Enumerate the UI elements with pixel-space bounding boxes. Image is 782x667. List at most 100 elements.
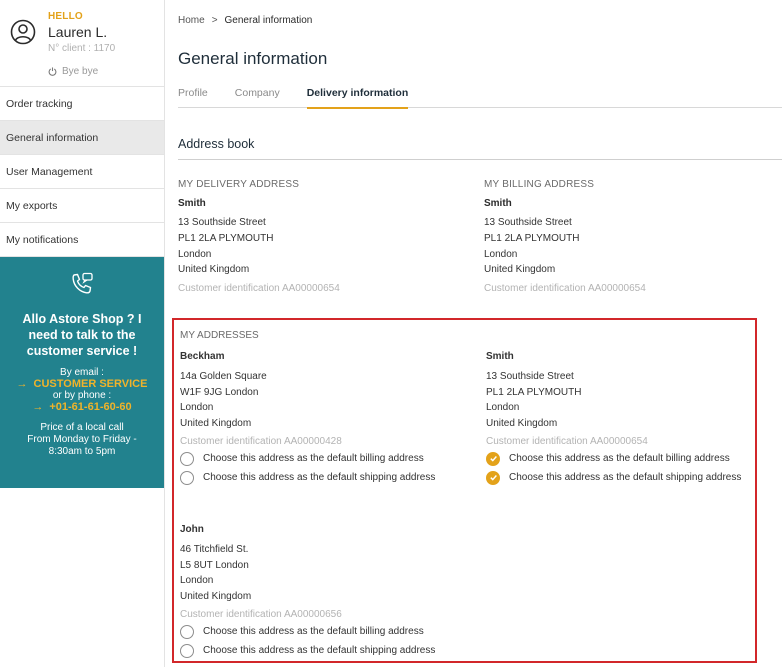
arrow-right-icon: →	[16, 378, 28, 390]
breadcrumb: Home > General information	[178, 15, 312, 26]
radio-button[interactable]	[180, 470, 194, 485]
address-name: Beckham	[180, 351, 225, 362]
option-label: Choose this address as the default shipp…	[509, 472, 742, 484]
address-line: W1F 9JG London	[180, 386, 259, 398]
address-country: United Kingdom	[486, 417, 558, 429]
logout-button[interactable]: Bye bye	[48, 66, 98, 77]
call-note-line: From Monday to Friday -	[27, 434, 137, 445]
sidebar-item-label: User Management	[6, 165, 93, 178]
call-note-line: Price of a local call	[40, 422, 124, 433]
page-title: General information	[178, 49, 328, 68]
address-city: London	[180, 575, 214, 587]
delivery-address: MY DELIVERY ADDRESS Smith 13 Southside S…	[178, 179, 340, 294]
check-icon	[489, 456, 497, 462]
sidebar-item-general-information[interactable]: General information	[0, 121, 164, 155]
user-name: Lauren L.	[48, 24, 108, 40]
address-line: 13 Southside Street	[484, 217, 572, 228]
customer-identification: Customer identification AA00000654	[486, 436, 648, 448]
address-city: London	[484, 248, 518, 260]
billing-address-heading: MY BILLING ADDRESS	[484, 179, 595, 190]
address-line: 13 Southside Street	[486, 371, 574, 382]
default-shipping-option[interactable]: Choose this address as the default shipp…	[180, 470, 435, 485]
customer-identification: Customer identification AA00000654	[484, 283, 646, 295]
customer-identification: Customer identification AA00000654	[178, 283, 340, 295]
check-icon	[489, 475, 497, 481]
address-name: Smith	[486, 351, 514, 362]
power-icon	[48, 67, 57, 76]
option-label: Choose this address as the default shipp…	[203, 645, 436, 657]
default-billing-option[interactable]: Choose this address as the default billi…	[180, 451, 435, 466]
arrow-right-icon: →	[32, 401, 44, 413]
address-name: Smith	[484, 198, 512, 209]
phone-link-label: +01-61-61-60-60	[49, 401, 132, 413]
sidebar: HELLO Lauren L. N° client : 1170 Bye bye…	[0, 0, 165, 667]
address-card: Smith 13 Southside Street PL1 2LA PLYMOU…	[486, 351, 741, 485]
default-shipping-option[interactable]: Choose this address as the default shipp…	[486, 470, 741, 485]
sidebar-item-label: General information	[6, 131, 99, 144]
address-card: Beckham 14a Golden Square W1F 9JG London…	[180, 351, 435, 485]
phone-chat-icon	[72, 272, 93, 294]
address-line: PL1 2LA PLYMOUTH	[486, 386, 582, 398]
tab-delivery-information[interactable]: Delivery information	[306, 84, 408, 109]
my-addresses-heading: MY ADDRESSES	[180, 330, 259, 341]
client-number: N° client : 1170	[48, 43, 116, 54]
address-country: United Kingdom	[180, 590, 252, 602]
address-line: L5 8UT London	[180, 559, 249, 571]
customer-identification: Customer identification AA00000428	[180, 436, 342, 448]
radio-button[interactable]	[180, 624, 194, 639]
address-line: 46 Titchfield St.	[180, 544, 249, 555]
billing-address: MY BILLING ADDRESS Smith 13 Southside St…	[484, 179, 646, 294]
call-note-line: 8:30am to 5pm	[48, 446, 116, 457]
address-line: 13 Southside Street	[178, 217, 266, 228]
user-icon	[10, 19, 36, 45]
call-note: Price of a local call From Monday to Fri…	[0, 422, 164, 458]
sidebar-item-user-management[interactable]: User Management	[0, 155, 164, 189]
address-city: London	[180, 402, 214, 414]
radio-button[interactable]	[180, 451, 194, 466]
by-phone-label: or by phone :	[52, 390, 112, 401]
customer-service-link[interactable]: → CUSTOMER SERVICE	[0, 378, 164, 390]
by-email-label: By email :	[60, 367, 104, 378]
default-billing-option[interactable]: Choose this address as the default billi…	[486, 451, 741, 466]
customer-identification: Customer identification AA00000656	[180, 609, 342, 621]
check-circle-icon[interactable]	[486, 451, 500, 466]
breadcrumb-home[interactable]: Home	[178, 15, 205, 26]
section-title: Address book	[178, 137, 255, 151]
radio-button[interactable]	[180, 643, 194, 658]
sidebar-item-my-notifications[interactable]: My notifications	[0, 223, 164, 257]
divider	[178, 159, 782, 160]
option-label: Choose this address as the default shipp…	[203, 472, 436, 484]
greeting: HELLO	[48, 11, 83, 22]
address-city: London	[486, 402, 520, 414]
address-card: John 46 Titchfield St. L5 8UT London Lon…	[180, 524, 435, 658]
default-shipping-option[interactable]: Choose this address as the default shipp…	[180, 643, 435, 658]
sidebar-item-label: My notifications	[6, 233, 79, 246]
option-label: Choose this address as the default billi…	[203, 626, 424, 638]
phone-link[interactable]: → +01-61-61-60-60	[0, 401, 164, 413]
delivery-address-heading: MY DELIVERY ADDRESS	[178, 179, 300, 190]
logout-label: Bye bye	[62, 66, 99, 77]
sidebar-item-order-tracking[interactable]: Order tracking	[0, 87, 164, 121]
my-addresses-section: MY ADDRESSES Beckham 14a Golden Square W…	[172, 318, 757, 663]
customer-service-box: Allo Astore Shop ? I need to talk to the…	[0, 257, 164, 488]
tab-profile[interactable]: Profile	[178, 84, 208, 108]
address-line: 14a Golden Square	[180, 371, 267, 382]
breadcrumb-current: General information	[224, 15, 313, 26]
user-box: HELLO Lauren L. N° client : 1170 Bye bye	[0, 0, 164, 87]
customer-service-link-label: CUSTOMER SERVICE	[33, 378, 148, 390]
sidebar-item-my-exports[interactable]: My exports	[0, 189, 164, 223]
sidebar-item-label: Order tracking	[6, 97, 73, 110]
address-line: PL1 2LA PLYMOUTH	[178, 232, 274, 244]
option-label: Choose this address as the default billi…	[509, 453, 730, 465]
customer-service-title: Allo Astore Shop ? I need to talk to the…	[22, 312, 142, 358]
address-city: London	[178, 248, 212, 260]
breadcrumb-separator: >	[211, 15, 218, 26]
address-name: John	[180, 524, 204, 535]
check-circle-icon[interactable]	[486, 470, 500, 485]
option-label: Choose this address as the default billi…	[203, 453, 424, 465]
address-name: Smith	[178, 198, 206, 209]
default-billing-option[interactable]: Choose this address as the default billi…	[180, 624, 435, 639]
address-country: United Kingdom	[180, 417, 252, 429]
tab-company[interactable]: Company	[235, 84, 280, 108]
tabs: Profile Company Delivery information	[178, 84, 782, 109]
